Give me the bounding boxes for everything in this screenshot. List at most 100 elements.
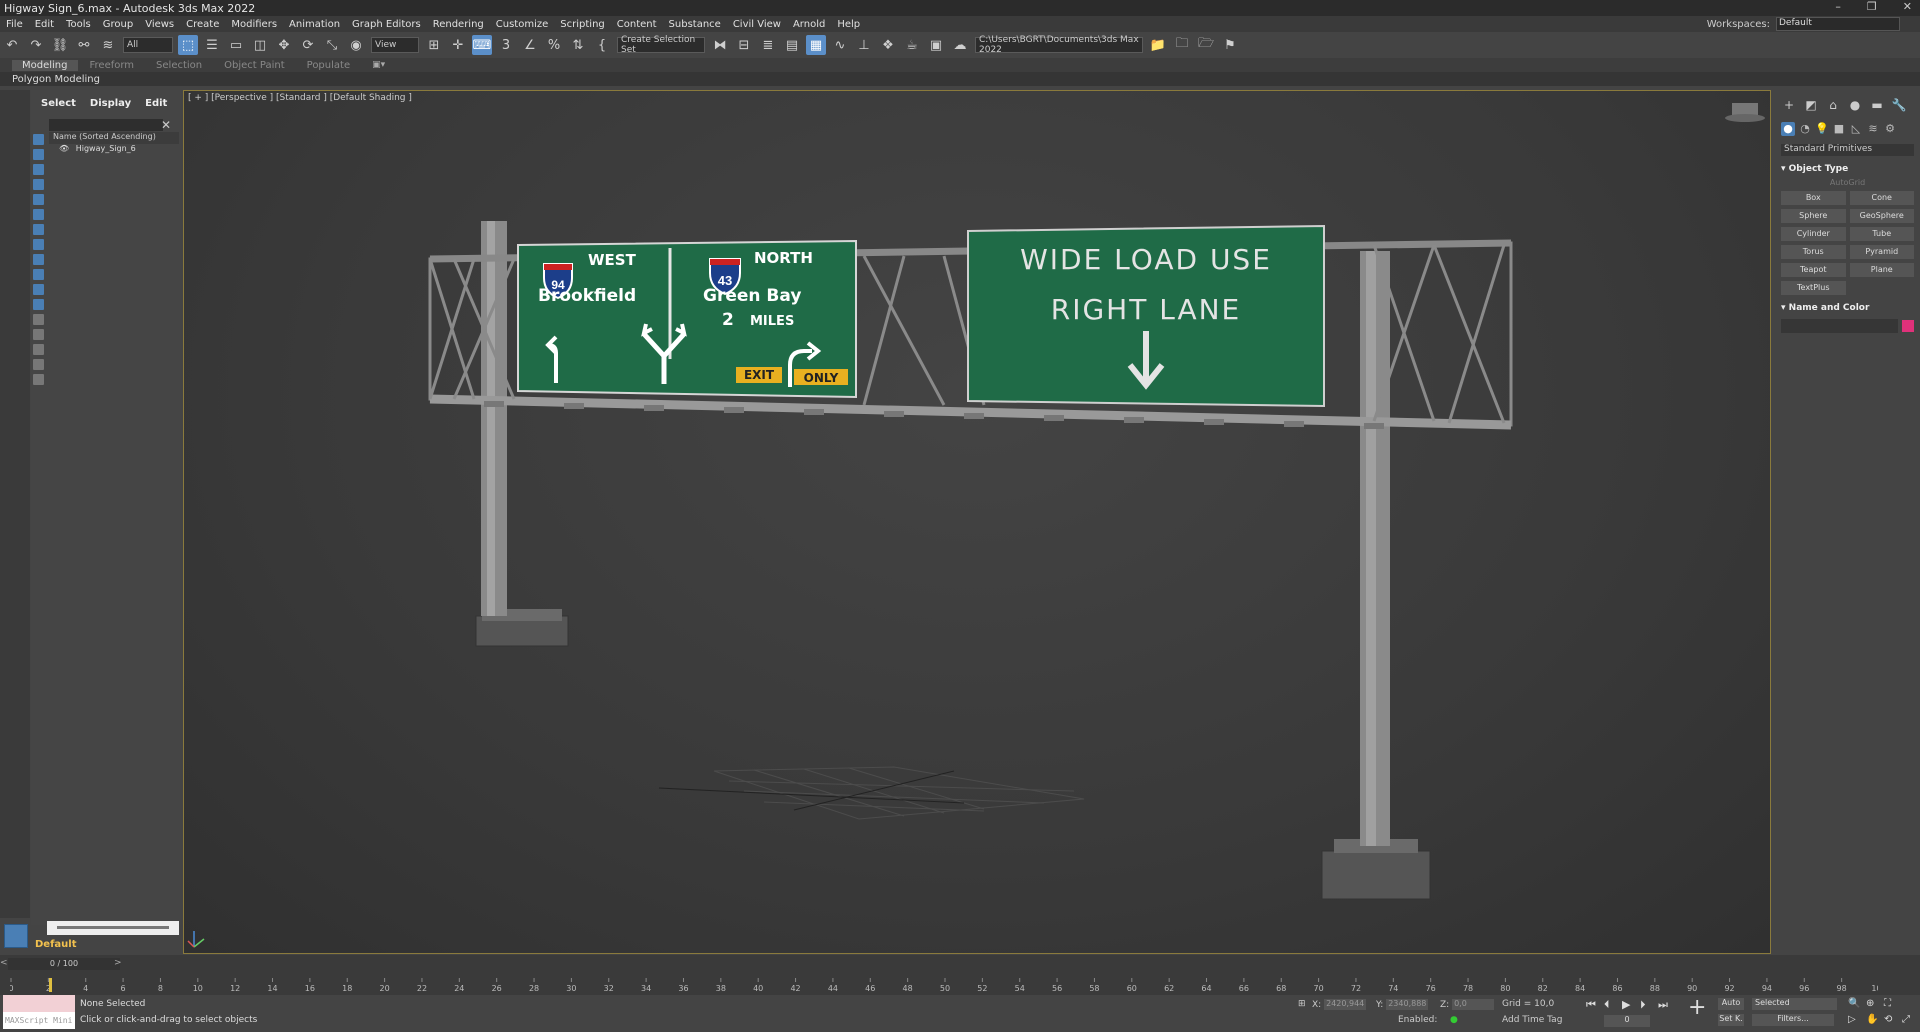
percent-snap-icon[interactable]: % [544,35,564,55]
filter-hidden-icon[interactable] [33,299,44,310]
curve-editor-icon[interactable]: ∿ [830,35,850,55]
box-button[interactable]: Box [1781,191,1846,205]
select-by-name-icon[interactable]: ☰ [202,35,222,55]
orbit-icon[interactable]: ⟲ [1884,1014,1892,1025]
current-frame-field[interactable]: 0 [1604,1015,1650,1027]
menu-rendering[interactable]: Rendering [427,19,490,30]
ribbon-toggle-icon[interactable]: ▦ [806,35,826,55]
plane-button[interactable]: Plane [1849,263,1914,277]
auto-key-button[interactable]: Auto [1718,998,1744,1010]
play-icon[interactable]: ▶ [1622,998,1630,1011]
textplus-button[interactable]: TextPlus [1781,281,1846,295]
primitive-type-select[interactable]: Standard Primitives [1781,144,1914,156]
maxscript-input[interactable]: MAXScript Mini [3,1012,75,1029]
menu-substance[interactable]: Substance [663,19,727,30]
create-tab-icon[interactable]: + [1781,98,1797,112]
menu-content[interactable]: Content [611,19,663,30]
close-icon[interactable]: ✕ [161,118,171,132]
filter-none-icon[interactable] [33,329,44,340]
object-type-rollout[interactable]: ▾ Object Type [1781,164,1914,174]
menu-tools[interactable]: Tools [60,19,97,30]
filter-shapes-icon[interactable] [33,149,44,160]
keyboard-shortcut-icon[interactable]: ⌨ [472,35,492,55]
spacewarps-icon[interactable]: ≋ [1866,122,1880,136]
link-icon[interactable]: ⛓ [50,35,70,55]
select-manipulate-icon[interactable]: ✛ [448,35,468,55]
menu-arnold[interactable]: Arnold [787,19,831,30]
project-settings-icon[interactable]: ⚑ [1220,35,1240,55]
layer-icon[interactable] [4,924,28,948]
shapes-icon[interactable]: ◔ [1798,122,1812,136]
maxscript-listener[interactable]: MAXScript Mini [3,995,75,1029]
object-color-swatch[interactable] [1902,320,1914,332]
sphere-button[interactable]: Sphere [1781,209,1846,223]
tab-object-paint[interactable]: Object Paint [224,60,307,71]
zoom-icon[interactable]: 🔍 [1848,998,1860,1009]
next-frame-icon[interactable]: ⏵ [1640,998,1646,1012]
ribbon-options-icon[interactable]: ▣▾ [372,60,385,70]
menu-group[interactable]: Group [97,19,139,30]
maximize-viewport-icon[interactable]: ⤢ [1902,1014,1910,1025]
set-key-icon[interactable]: + [1688,995,1706,1020]
ribbon-polygon-modeling[interactable]: Polygon Modeling [0,72,1920,86]
z-coord-field[interactable]: 0,0 [1452,999,1495,1010]
tab-selection[interactable]: Selection [156,60,224,71]
filter-containers-icon[interactable] [33,269,44,280]
x-coord-field[interactable]: 2420,944 [1324,999,1367,1010]
prev-arrow-icon[interactable]: < [0,958,8,968]
scene-explorer-icon[interactable]: ▤ [782,35,802,55]
scene-tab-select[interactable]: Select [41,98,76,109]
cone-button[interactable]: Cone [1849,191,1914,205]
object-name-input[interactable] [1781,319,1898,333]
key-filter-select[interactable]: Selected [1752,998,1837,1010]
edit-named-sets-icon[interactable]: { [592,35,612,55]
layer-name[interactable]: Default [35,939,77,950]
layer-bar[interactable] [47,921,179,935]
filter-cameras-icon[interactable] [33,179,44,190]
filter-geometry-icon[interactable] [33,134,44,145]
next-arrow-icon[interactable]: > [114,958,122,968]
tab-freeform[interactable]: Freeform [90,60,157,71]
menu-views[interactable]: Views [139,19,180,30]
field-of-view-icon[interactable]: ▷ [1848,1014,1856,1025]
menu-customize[interactable]: Customize [490,19,555,30]
display-tab-icon[interactable]: ▬ [1869,98,1885,112]
save-folder-icon[interactable]: 🗁 [1196,35,1216,55]
bind-spacewarp-icon[interactable]: ≋ [98,35,118,55]
pyramid-button[interactable]: Pyramid [1849,245,1914,259]
modify-tab-icon[interactable]: ◩ [1803,98,1819,112]
go-to-start-icon[interactable]: ⏮ [1586,998,1596,1012]
minimize-button[interactable]: – [1835,0,1841,13]
filter-lights-icon[interactable] [33,164,44,175]
y-coord-field[interactable]: 2340,888 [1386,999,1429,1010]
menu-civil-view[interactable]: Civil View [727,19,787,30]
current-time-marker[interactable] [49,978,52,992]
perspective-viewport[interactable]: [ + ] [Perspective ] [Standard ] [Defaul… [183,90,1771,954]
scene-tab-edit[interactable]: Edit [145,98,167,109]
prev-frame-icon[interactable]: ⏴ [1604,998,1610,1012]
mirror-icon[interactable]: ⧓ [710,35,730,55]
filter-bones-icon[interactable] [33,254,44,265]
snap-toggle-icon[interactable]: 3 [496,35,516,55]
zoom-all-icon[interactable]: ⊕ [1866,998,1874,1009]
unlink-icon[interactable]: ⚯ [74,35,94,55]
filter-xrefs-icon[interactable] [33,239,44,250]
filter-groups-icon[interactable] [33,224,44,235]
menu-graph-editors[interactable]: Graph Editors [346,19,427,30]
filter-frozen-icon[interactable] [33,284,44,295]
layer-explorer-icon[interactable]: ≣ [758,35,778,55]
motion-tab-icon[interactable]: ● [1847,98,1863,112]
tab-populate[interactable]: Populate [307,60,372,71]
project-path-select[interactable]: C:\Users\BGRT\Documents\3ds Max 2022 [975,35,1143,55]
pivot-icon[interactable]: ⊞ [424,35,444,55]
schematic-view-icon[interactable]: ⊥ [854,35,874,55]
transform-mode-icon[interactable]: ⊞ [1298,999,1306,1009]
scene-column-header[interactable]: Name (Sorted Ascending) [49,132,179,144]
geometry-icon[interactable]: ● [1781,122,1795,136]
name-color-rollout[interactable]: ▾ Name and Color [1781,303,1914,313]
systems-icon[interactable]: ⚙ [1883,122,1897,136]
menu-scripting[interactable]: Scripting [554,19,610,30]
time-slider[interactable]: 0 / 100 [8,958,120,970]
ref-coord-select[interactable]: View [371,37,419,53]
undo-icon[interactable]: ↶ [2,35,22,55]
